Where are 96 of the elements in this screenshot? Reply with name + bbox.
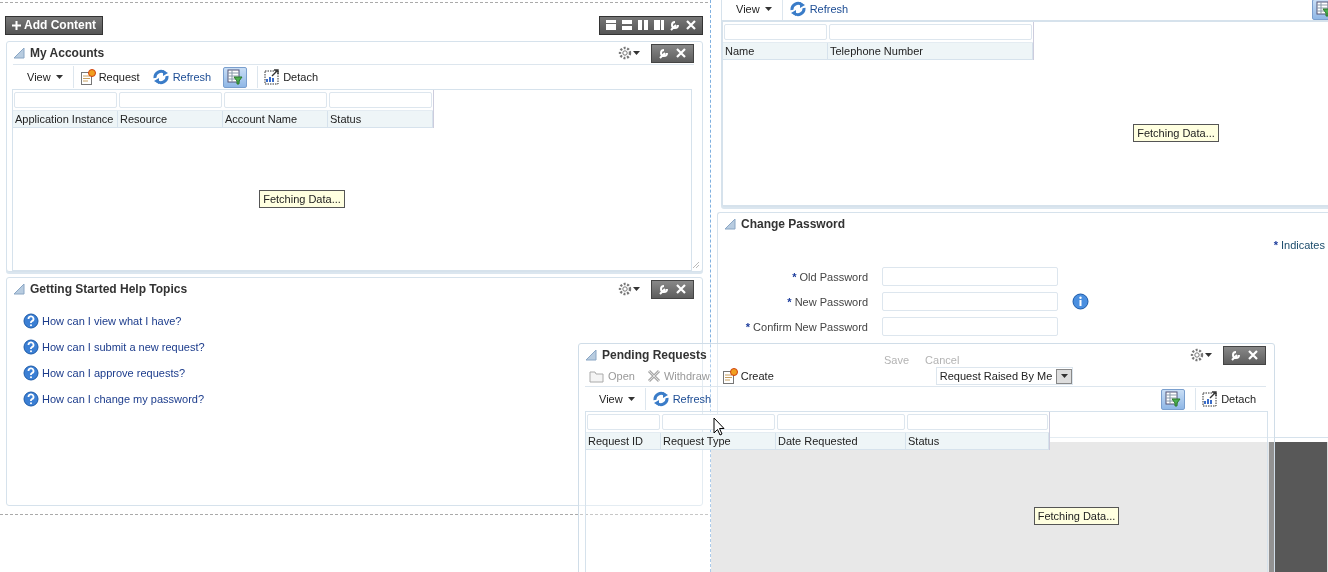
close-icon[interactable]: [675, 283, 687, 295]
column-header[interactable]: Request Type: [661, 433, 776, 450]
triangle-icon[interactable]: [585, 349, 597, 361]
field-label: * Old Password: [791, 270, 868, 283]
panel-title: Getting Started Help Topics: [30, 282, 188, 296]
password-field[interactable]: [882, 317, 1058, 336]
loading-tooltip: Fetching Data...: [1133, 123, 1219, 142]
panel-title: Change Password: [741, 217, 846, 231]
close-icon[interactable]: [685, 19, 697, 31]
filter-input-field[interactable]: [724, 24, 827, 40]
help-icon: [23, 339, 39, 355]
help-icon: [23, 313, 39, 329]
password-field[interactable]: [882, 292, 1058, 311]
column-header[interactable]: Name: [723, 43, 828, 60]
filter-input-field[interactable]: [907, 414, 1048, 430]
filter-input-field[interactable]: [587, 414, 660, 430]
loading-tooltip: Fetching Data...: [259, 190, 345, 208]
settings-menu-button[interactable]: [618, 282, 640, 296]
caret-icon: [764, 7, 772, 11]
gear-icon[interactable]: [618, 46, 632, 60]
caret-icon: [55, 75, 63, 79]
field-label: * New Password: [786, 295, 868, 308]
filter-input-field[interactable]: [329, 92, 432, 108]
filter-input-field[interactable]: [119, 92, 222, 108]
caret-icon: [633, 287, 640, 291]
settings-menu-button[interactable]: [618, 46, 640, 60]
help-link[interactable]: How can I change my password?: [42, 393, 205, 405]
dropdown-field[interactable]: Request Raised By Me: [935, 367, 1074, 385]
help-link[interactable]: How can I submit a new request?: [42, 341, 205, 353]
layout-icon[interactable]: [653, 19, 665, 31]
toolbar-button[interactable]: Request: [73, 66, 146, 88]
caret-icon: [1205, 353, 1212, 357]
close-icon[interactable]: [675, 47, 687, 59]
column-header[interactable]: Account Name: [223, 111, 328, 128]
refresh-button[interactable]: Refresh: [145, 66, 218, 88]
filter-icon: [1165, 390, 1182, 407]
close-icon[interactable]: [1247, 349, 1259, 361]
help-link[interactable]: How can I view what I have?: [42, 315, 182, 327]
panel-title: My Accounts: [30, 46, 105, 60]
toolbar-button[interactable]: Create: [715, 365, 780, 387]
filter-input-field[interactable]: [777, 414, 905, 430]
triangle-icon[interactable]: [13, 283, 25, 295]
layout-icon[interactable]: [605, 19, 617, 31]
gear-icon[interactable]: [1190, 348, 1204, 362]
view-menu[interactable]: View: [17, 66, 74, 88]
filter-toggle-button[interactable]: [223, 66, 248, 88]
filter-input-field[interactable]: [829, 24, 1032, 40]
wrench-icon[interactable]: [1230, 349, 1242, 361]
required-note: * Indicates: [1273, 239, 1325, 251]
column-header[interactable]: Resource: [118, 111, 223, 128]
filter-toggle-button[interactable]: [1161, 388, 1186, 410]
gear-icon[interactable]: [618, 282, 632, 296]
caret-icon: [627, 397, 635, 401]
x-icon: [646, 369, 661, 383]
filter-input-field[interactable]: [662, 414, 775, 430]
filter-input-field[interactable]: [224, 92, 327, 108]
settings-menu-button[interactable]: [1190, 348, 1212, 362]
column-header[interactable]: Telephone Number: [828, 43, 1033, 60]
wrench-icon[interactable]: [658, 47, 670, 59]
layout-icon[interactable]: [637, 19, 649, 31]
plus-icon: [12, 20, 21, 30]
column-header[interactable]: Status: [906, 433, 1049, 450]
refresh-icon: [651, 391, 670, 407]
wrench-icon[interactable]: [658, 283, 670, 295]
caret-icon: [633, 51, 640, 55]
folder-icon: [589, 369, 605, 383]
toolbar-button[interactable]: Detach: [1195, 388, 1262, 410]
column-header[interactable]: Date Requested: [776, 433, 906, 450]
resize-grip-icon[interactable]: [692, 261, 700, 269]
wrench-icon[interactable]: [669, 19, 681, 31]
document-star-icon: [721, 368, 738, 384]
filter-icon: [1316, 0, 1328, 17]
column-header[interactable]: Request ID: [586, 433, 661, 450]
add-content-button[interactable]: Add Content: [5, 15, 103, 35]
triangle-icon[interactable]: [724, 218, 736, 230]
document-star-icon: [79, 69, 96, 85]
filter-icon: [227, 68, 244, 85]
help-icon: [23, 391, 39, 407]
field-label: * Confirm New Password: [744, 320, 868, 333]
caret-icon: [1060, 374, 1068, 378]
refresh-icon: [151, 69, 170, 85]
refresh-icon: [788, 1, 807, 17]
panel-title: Pending Requests: [602, 348, 707, 362]
column-header[interactable]: Status: [328, 111, 433, 128]
filter-input-field[interactable]: [14, 92, 117, 108]
layout-icon[interactable]: [621, 19, 633, 31]
help-icon: [23, 365, 39, 381]
column-header[interactable]: Application Instance: [13, 111, 118, 128]
triangle-icon[interactable]: [13, 47, 25, 59]
help-link[interactable]: How can I approve requests?: [42, 367, 186, 379]
password-field[interactable]: [882, 267, 1058, 286]
toolbar-button[interactable]: Detach: [257, 66, 325, 88]
refresh-button[interactable]: Refresh: [645, 388, 718, 410]
refresh-button[interactable]: Refresh: [782, 0, 855, 20]
view-menu[interactable]: View: [589, 388, 646, 410]
view-menu[interactable]: View: [726, 0, 783, 20]
